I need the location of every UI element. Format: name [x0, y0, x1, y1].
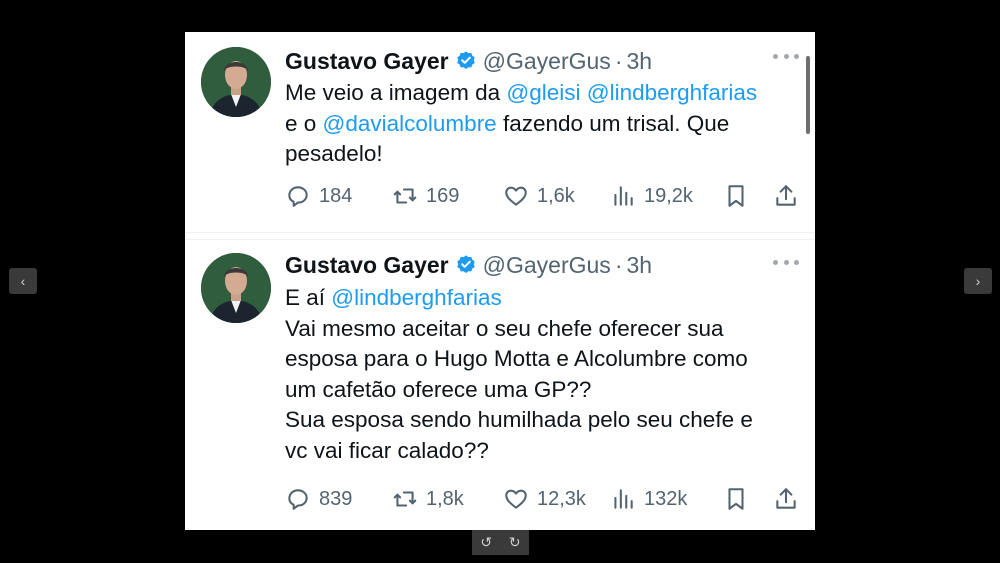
separator-dot: · — [614, 251, 623, 278]
separator-dot: · — [614, 47, 623, 74]
repost-icon — [393, 188, 417, 204]
previous-image-button[interactable]: ‹ — [9, 268, 37, 294]
timestamp[interactable]: 3h — [626, 48, 652, 75]
verified-badge-icon — [456, 255, 475, 273]
heart-icon — [505, 489, 527, 509]
views-icon — [614, 186, 633, 206]
tweet-actions: 184 169 1,6k 19,2k — [285, 181, 800, 211]
repost-count: 1,8k — [426, 487, 464, 510]
rotate-left-icon[interactable]: ↺ — [480, 534, 492, 551]
view-count: 19,2k — [644, 184, 693, 207]
more-options-icon[interactable] — [773, 260, 799, 268]
tweet-line: um cafetão oferece uma GP?? — [285, 376, 592, 402]
reply-icon — [288, 186, 308, 207]
tweet-text: Me veio a imagem da @gleisi @lindberghfa… — [285, 78, 795, 170]
like-count: 12,3k — [537, 487, 586, 510]
screenshot-panel: Gustavo Gayer @GayerGus · 3h Me veio a i… — [185, 32, 815, 530]
bookmark-button[interactable] — [723, 486, 749, 512]
author-name[interactable]: Gustavo Gayer — [285, 252, 449, 279]
author-name[interactable]: Gustavo Gayer — [285, 48, 449, 75]
reply-icon — [288, 489, 308, 510]
bookmark-icon — [728, 488, 744, 510]
views-icon — [614, 489, 633, 509]
reply-button[interactable]: 184 — [285, 183, 352, 209]
tweet-2[interactable]: Gustavo Gayer @GayerGus · 3h E aí @lindb… — [185, 239, 815, 530]
tweet-actions: 839 1,8k 12,3k 132k — [285, 484, 800, 514]
views-button[interactable]: 132k — [610, 486, 687, 512]
like-count: 1,6k — [537, 184, 575, 207]
reply-count: 184 — [319, 184, 353, 207]
text-segment: fazendo um trisal. Que — [496, 110, 730, 136]
author-handle[interactable]: @GayerGus — [483, 252, 611, 279]
text-segment: e o — [285, 110, 323, 136]
like-button[interactable]: 1,6k — [503, 183, 575, 209]
share-button[interactable] — [773, 486, 799, 512]
bookmark-button[interactable] — [723, 183, 749, 209]
viewer-toolbar: ↺ ↻ — [472, 530, 529, 555]
share-button[interactable] — [773, 183, 799, 209]
timestamp[interactable]: 3h — [626, 252, 652, 279]
next-image-button[interactable]: › — [964, 268, 992, 294]
reply-button[interactable]: 839 — [285, 486, 352, 512]
text-segment: E aí — [285, 285, 332, 310]
bookmark-icon — [728, 185, 744, 207]
tweet-text: E aí @lindberghfarias Vai mesmo aceitar … — [285, 283, 795, 466]
more-options-icon[interactable] — [773, 54, 799, 62]
verified-badge-icon — [456, 51, 475, 69]
tweet-line: e o @davialcolumbre fazendo um trisal. Q… — [285, 109, 795, 140]
tweet-line: Me veio a imagem da @gleisi @lindberghfa… — [285, 78, 795, 109]
mention-link[interactable]: @gleisi — [506, 80, 580, 105]
mention-link[interactable]: @davialcolumbre — [323, 111, 497, 136]
author-handle[interactable]: @GayerGus — [483, 48, 611, 75]
repost-count: 169 — [426, 184, 460, 207]
view-count: 132k — [644, 487, 688, 510]
text-segment: pesadelo! — [285, 141, 383, 166]
rotate-right-icon[interactable]: ↻ — [509, 534, 521, 551]
tweet-header: Gustavo Gayer @GayerGus · 3h — [285, 44, 652, 78]
share-icon — [776, 185, 796, 206]
tweet-header: Gustavo Gayer @GayerGus · 3h — [285, 248, 652, 282]
tweet-line: pesadelo! — [285, 139, 795, 170]
text-segment: Me veio a imagem da — [285, 80, 507, 105]
repost-button[interactable]: 169 — [392, 183, 459, 209]
share-icon — [776, 488, 796, 509]
avatar[interactable] — [201, 253, 271, 323]
views-button[interactable]: 19,2k — [610, 183, 693, 209]
tweet-line: Sua esposa sendo humilhada pelo seu chef… — [285, 407, 753, 432]
tweet-line: E aí @lindberghfarias — [285, 283, 795, 314]
tweet-line: Vai mesmo aceitar o seu chefe oferecer s… — [285, 315, 724, 341]
tweet-1[interactable]: Gustavo Gayer @GayerGus · 3h Me veio a i… — [185, 32, 815, 233]
avatar[interactable] — [201, 47, 271, 117]
scrollbar-thumb[interactable] — [806, 56, 810, 134]
tweet-line: vc vai ficar calado?? — [285, 437, 489, 463]
tweet-line: esposa para o Hugo Motta e Alcolumbre co… — [285, 346, 748, 371]
like-button[interactable]: 12,3k — [503, 486, 586, 512]
repost-icon — [393, 491, 417, 507]
reply-count: 839 — [319, 487, 353, 510]
mention-link[interactable]: @lindberghfarias — [331, 285, 501, 310]
repost-button[interactable]: 1,8k — [392, 486, 464, 512]
heart-icon — [505, 186, 527, 206]
mention-link[interactable]: @lindberghfarias — [587, 80, 757, 105]
